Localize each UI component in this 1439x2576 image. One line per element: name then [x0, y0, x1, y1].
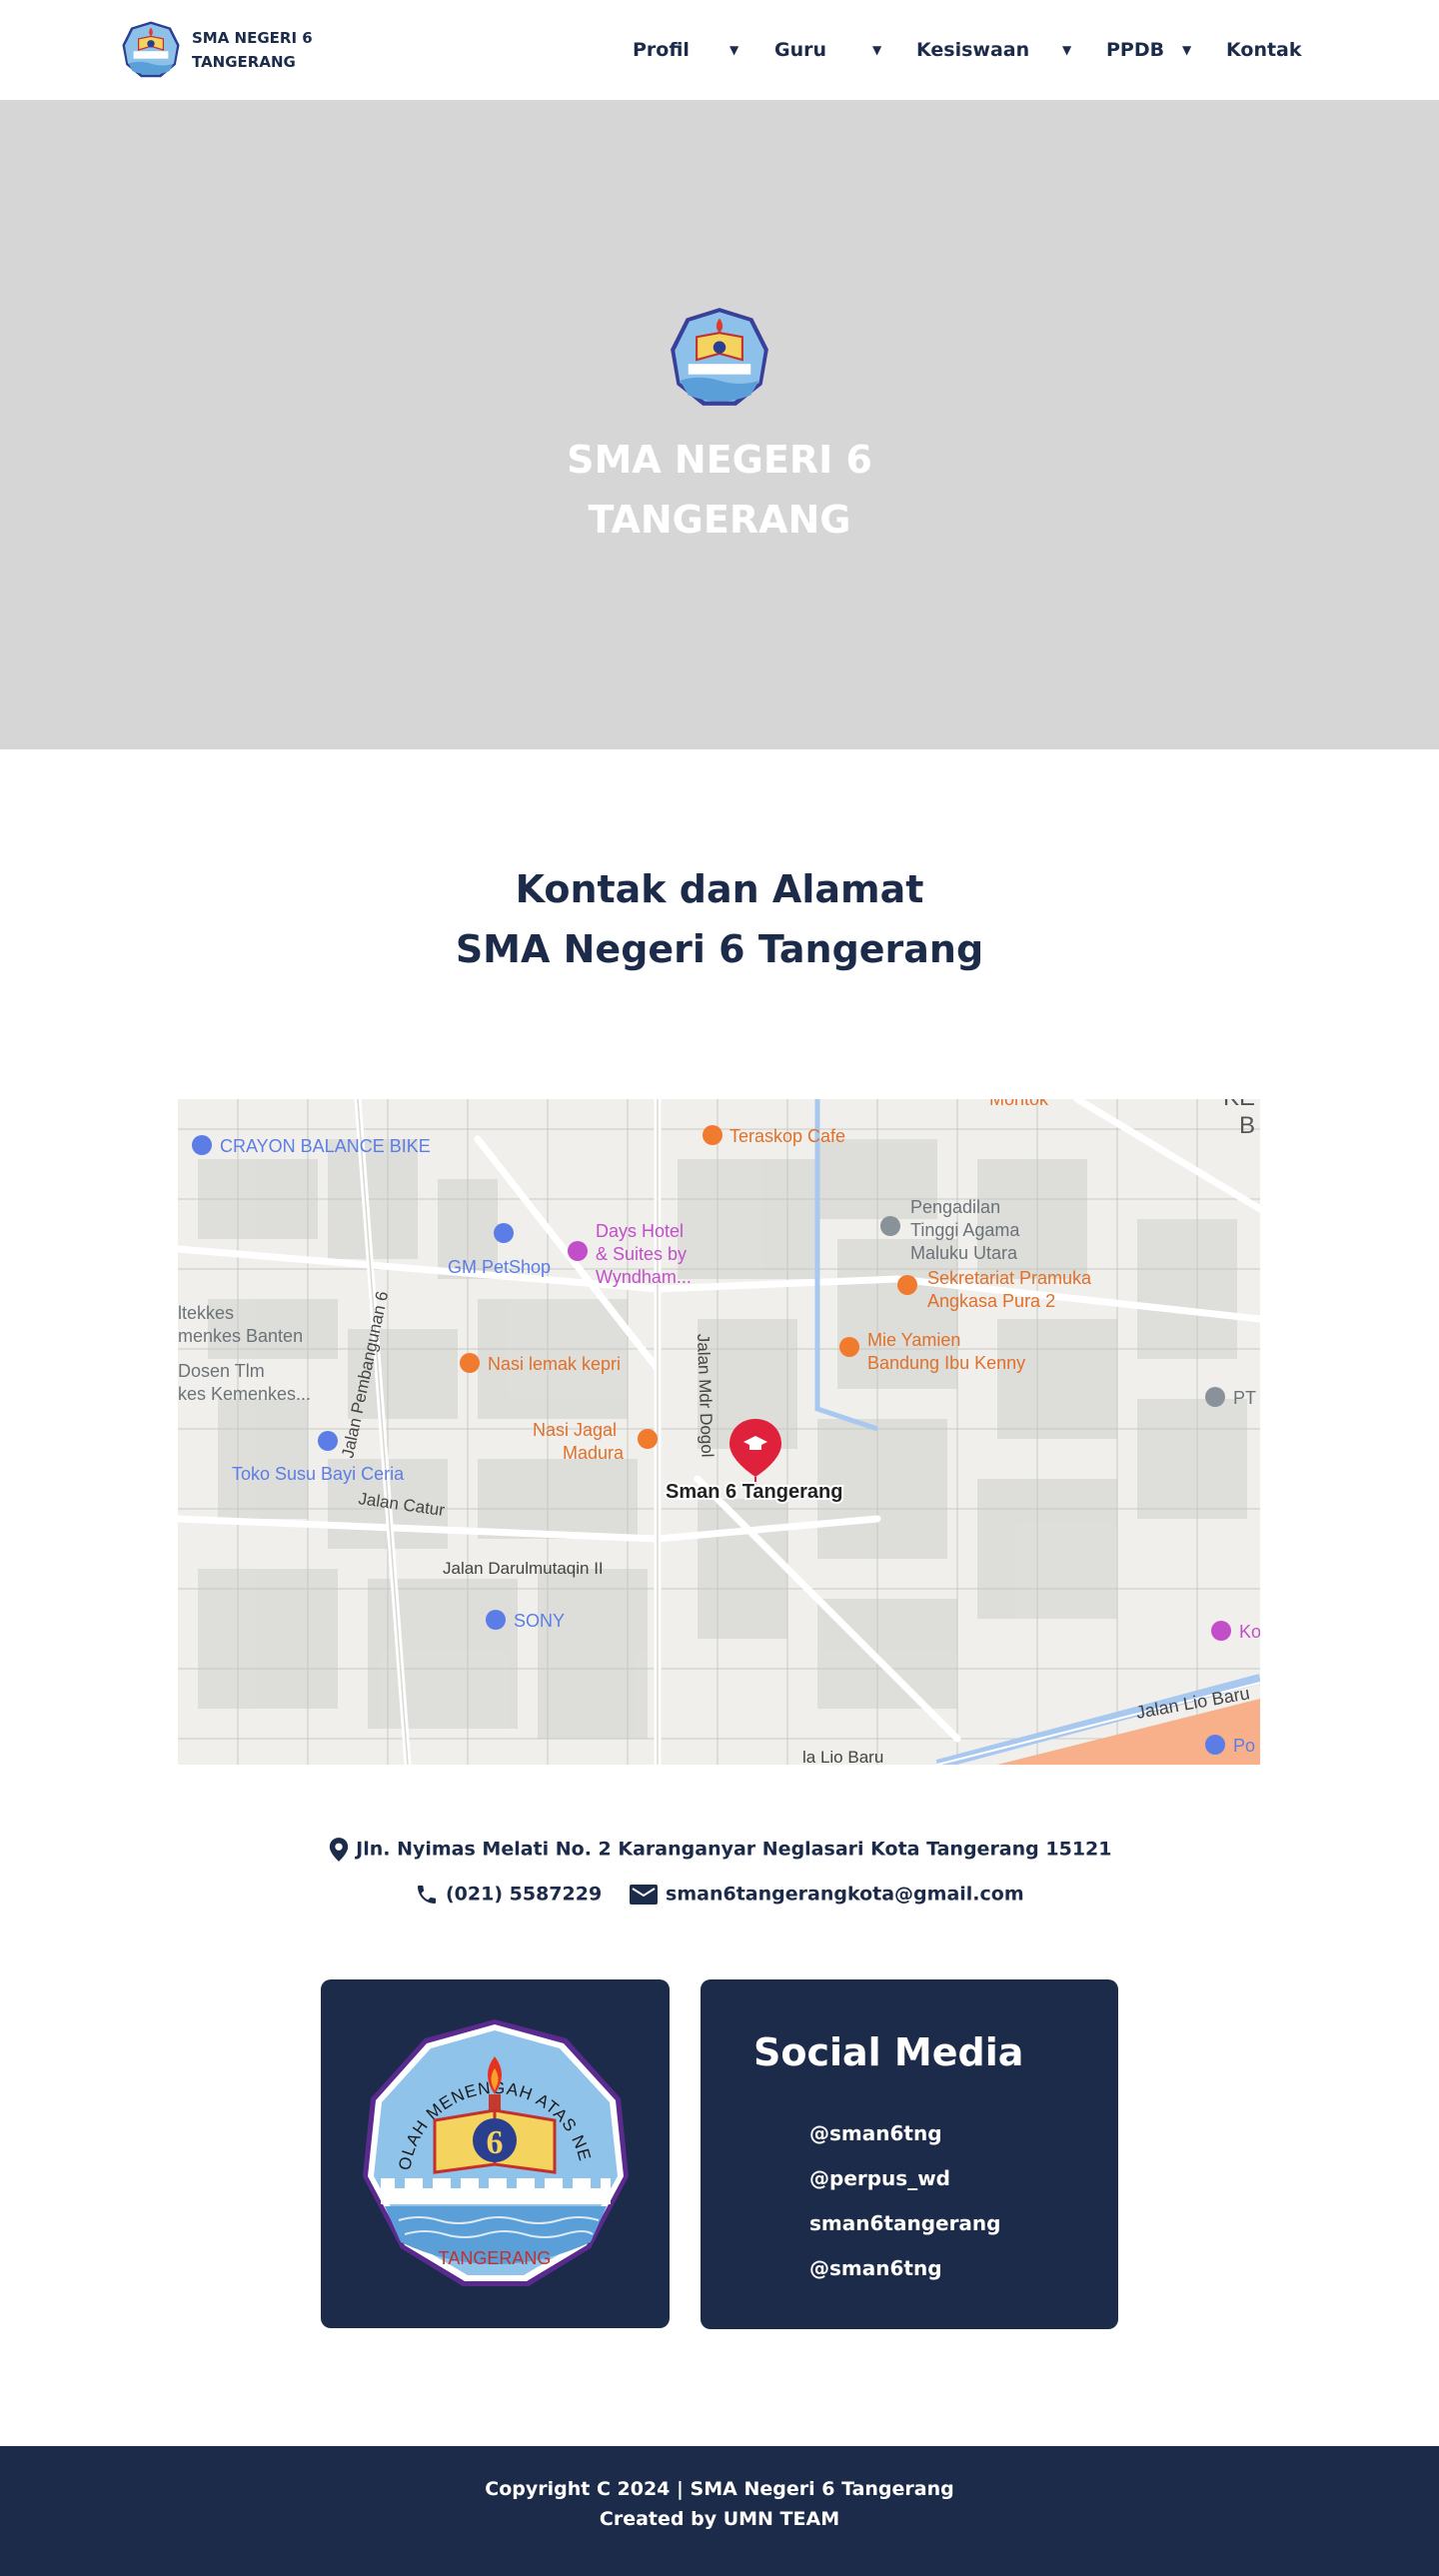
- chevron-down-icon[interactable]: ▼: [872, 44, 881, 56]
- mail-icon: [630, 1884, 659, 1905]
- phone-text[interactable]: (021) 5587229: [446, 1884, 602, 1906]
- logo-card: SEKOLAH MENENGAH ATAS NEGERI 6 TANGER: [321, 1979, 670, 2328]
- food-pin-icon[interactable]: [638, 1429, 658, 1449]
- map-canvas[interactable]: Jalan Pembangunan 6 Jalan Mdr Dogol Jala…: [178, 1099, 1260, 1765]
- hero-banner: SMA NEGERI 6 TANGERANG: [0, 100, 1439, 749]
- map-place-days-1[interactable]: Days Hotel: [596, 1221, 684, 1241]
- food-pin-icon[interactable]: [460, 1353, 480, 1373]
- footer-copyright: Copyright C 2024 | SMA Negeri 6 Tangeran…: [485, 2478, 954, 2500]
- navbar: SMA NEGERI 6 TANGERANG Profil ▼ Guru ▼ K…: [0, 0, 1439, 100]
- map-place-crayon[interactable]: CRAYON BALANCE BIKE: [220, 1136, 431, 1156]
- email-link[interactable]: sman6tangerangkota@gmail.com: [666, 1884, 1024, 1906]
- contact-title-line-2: SMA Negeri 6 Tangerang: [455, 927, 984, 971]
- chevron-down-icon[interactable]: ▼: [1062, 44, 1071, 56]
- road-label-liobaru-2: la Lio Baru: [802, 1748, 883, 1765]
- gov-pin-icon[interactable]: [880, 1216, 900, 1236]
- map-place-ko[interactable]: Ko: [1239, 1622, 1260, 1642]
- map-place-pt[interactable]: PT: [1233, 1388, 1256, 1408]
- shop-pin-icon[interactable]: [192, 1135, 212, 1155]
- map-place-days-3[interactable]: Wyndham...: [596, 1267, 692, 1287]
- map-place-tokosusu[interactable]: Toko Susu Bayi Ceria: [232, 1464, 405, 1484]
- embedded-map[interactable]: Jalan Pembangunan 6 Jalan Mdr Dogol Jala…: [178, 1099, 1260, 1765]
- road-label-darul: Jalan Darulmutaqin II: [443, 1559, 604, 1578]
- map-place-days-2[interactable]: & Suites by: [596, 1244, 687, 1264]
- pet-pin-icon[interactable]: [494, 1223, 514, 1243]
- nav-profil[interactable]: Profil: [633, 36, 690, 64]
- nav-ppdb[interactable]: PPDB: [1106, 36, 1164, 64]
- brand-link[interactable]: SMA NEGERI 6 TANGERANG: [120, 19, 332, 81]
- shop-pin-icon[interactable]: [486, 1610, 506, 1630]
- address-text: Jln. Nyimas Melati No. 2 Karanganyar Neg…: [356, 1838, 1112, 1861]
- school-logo-icon: [122, 21, 180, 78]
- bar-pin-icon[interactable]: [897, 1275, 917, 1295]
- emblem-number: 6: [487, 2124, 504, 2161]
- map-place-nasijagal-1[interactable]: Nasi Jagal: [533, 1420, 617, 1440]
- nav-kesiswaan[interactable]: Kesiswaan: [916, 36, 1029, 64]
- map-place-nasilemak[interactable]: Nasi lemak kepri: [488, 1354, 621, 1374]
- brand-line-1: SMA NEGERI 6: [192, 29, 313, 47]
- hotel-pin-icon[interactable]: [568, 1241, 588, 1261]
- contact-section-title: Kontak dan Alamat SMA Negeri 6 Tangerang: [0, 859, 1439, 979]
- map-place-itekkes-1[interactable]: ltekkes: [178, 1303, 234, 1323]
- phone-icon: [418, 1885, 437, 1904]
- contact-title-line-1: Kontak dan Alamat: [515, 867, 924, 911]
- brand-name: SMA NEGERI 6 TANGERANG: [192, 26, 332, 74]
- school-logo-icon: [671, 308, 768, 406]
- hero-title-line-2: TANGERANG: [588, 498, 851, 542]
- map-place-itekkes-2[interactable]: menkes Banten: [178, 1326, 303, 1346]
- map-place-teraskop[interactable]: Teraskop Cafe: [729, 1126, 845, 1146]
- gov-pin-icon[interactable]: [1205, 1387, 1225, 1407]
- map-pin-label[interactable]: Sman 6 Tangerang: [664, 1479, 844, 1505]
- map-place-dosen-1[interactable]: Dosen Tlm: [178, 1361, 265, 1381]
- map-place-mieyamien-2[interactable]: Bandung Ibu Kenny: [867, 1353, 1025, 1373]
- chevron-down-icon[interactable]: ▼: [1182, 44, 1191, 56]
- map-place-b-right: B: [1239, 1112, 1255, 1139]
- hotel-pin-icon[interactable]: [1211, 1621, 1231, 1641]
- map-place-petshop[interactable]: GM PetShop: [448, 1257, 551, 1277]
- map-place-pramuka-2[interactable]: Angkasa Pura 2: [927, 1291, 1055, 1311]
- social-media-title: Social Media: [753, 2030, 1024, 2074]
- map-place-pramuka-1[interactable]: Sekretariat Pramuka: [927, 1268, 1092, 1288]
- emblem-bottom-text: TANGERANG: [439, 2248, 552, 2268]
- map-place-montok[interactable]: Montok: [989, 1099, 1049, 1109]
- school-emblem-icon: SEKOLAH MENENGAH ATAS NEGERI 6 TANGER: [359, 2016, 629, 2286]
- food-pin-icon[interactable]: [839, 1337, 859, 1357]
- hero-title: SMA NEGERI 6 TANGERANG: [0, 430, 1439, 550]
- social-link-facebook[interactable]: sman6tangerang: [809, 2208, 1000, 2238]
- map-place-ke-right: KE: [1223, 1099, 1255, 1111]
- map-place-sony[interactable]: SONY: [514, 1611, 565, 1631]
- map-place-pengadilan-3[interactable]: Maluku Utara: [910, 1243, 1018, 1263]
- address-line: Jln. Nyimas Melati No. 2 Karanganyar Neg…: [0, 1834, 1439, 1865]
- food-pin-icon[interactable]: [703, 1125, 722, 1145]
- footer: Copyright C 2024 | SMA Negeri 6 Tangeran…: [0, 2446, 1439, 2576]
- map-place-po[interactable]: Po: [1233, 1736, 1255, 1756]
- phone-email-line: (021) 5587229 sman6tangerangkota@gmail.c…: [0, 1879, 1439, 1910]
- chevron-down-icon[interactable]: ▼: [729, 44, 738, 56]
- shop-pin-icon[interactable]: [1205, 1735, 1225, 1755]
- footer-credit: Created by UMN TEAM: [599, 2508, 840, 2530]
- location-pin-icon: [329, 1837, 348, 1862]
- nav-guru[interactable]: Guru: [774, 36, 826, 64]
- nav-kontak[interactable]: Kontak: [1226, 36, 1302, 64]
- social-link-library[interactable]: @perpus_wd: [809, 2163, 950, 2193]
- map-place-nasijagal-2[interactable]: Madura: [563, 1443, 625, 1463]
- social-media-card: Social Media @sman6tng @perpus_wd sman6t…: [701, 1979, 1118, 2329]
- map-place-pengadilan-2[interactable]: Tinggi Agama: [910, 1220, 1020, 1240]
- social-link-instagram[interactable]: @sman6tng: [809, 2118, 942, 2148]
- map-place-pengadilan-1[interactable]: Pengadilan: [910, 1197, 1000, 1217]
- map-place-mieyamien-1[interactable]: Mie Yamien: [867, 1330, 960, 1350]
- shop-pin-icon[interactable]: [318, 1431, 338, 1451]
- hero-title-line-1: SMA NEGERI 6: [567, 438, 872, 482]
- social-link-twitter[interactable]: @sman6tng: [809, 2253, 942, 2283]
- brand-line-2: TANGERANG: [192, 53, 296, 71]
- map-place-dosen-2[interactable]: kes Kemenkes...: [178, 1384, 311, 1404]
